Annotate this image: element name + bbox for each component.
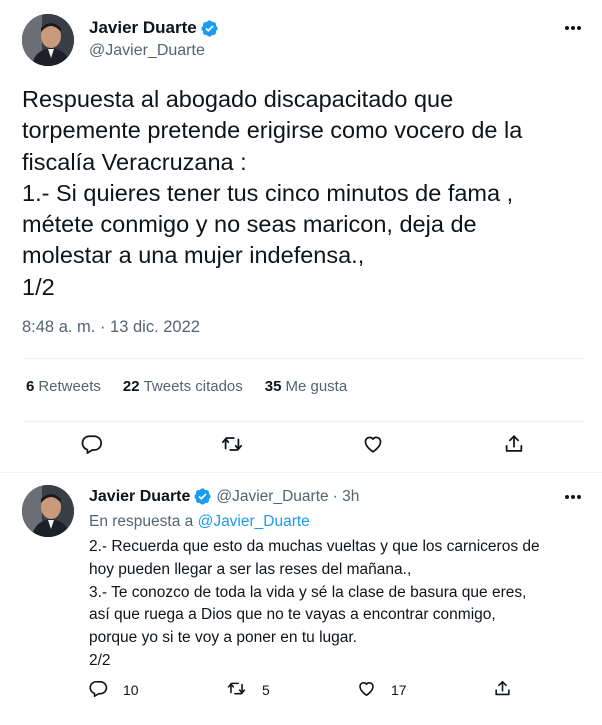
main-tweet: Javier Duarte @Javier_Duarte Respuesta a… — [0, 0, 602, 473]
likes-stat[interactable]: 35 Me gusta — [265, 378, 347, 395]
author-handle[interactable]: @Javier_Duarte — [89, 42, 205, 60]
reply-icon — [89, 679, 108, 701]
tweet-stats: 6 Retweets 22 Tweets citados 35 Me gusta — [26, 378, 369, 395]
more-icon[interactable] — [561, 18, 585, 38]
tweet-text: 2.- Recuerda que esto da muchas vueltas … — [89, 538, 540, 669]
time-ago[interactable]: · 3h — [333, 488, 360, 506]
retweet-icon — [226, 679, 247, 701]
replying-to: En respuesta a @Javier_Duarte — [89, 513, 310, 531]
quotes-stat[interactable]: 22 Tweets citados — [123, 378, 243, 395]
retweet-button[interactable]: 5 — [226, 679, 270, 701]
share-button[interactable] — [493, 679, 512, 701]
avatar[interactable] — [22, 485, 74, 537]
verified-badge-icon — [193, 487, 212, 506]
retweet-icon[interactable] — [218, 430, 246, 458]
tweet-timestamp[interactable]: 8:48 a. m. · 13 dic. 2022 — [22, 318, 200, 337]
retweets-label: Retweets — [38, 378, 101, 395]
divider — [22, 421, 584, 422]
retweet-count: 5 — [262, 682, 270, 698]
author-handle[interactable]: @Javier_Duarte — [216, 488, 328, 506]
author-name[interactable]: Javier Duarte — [89, 18, 197, 38]
like-count: 17 — [391, 682, 407, 698]
reply-icon[interactable] — [78, 430, 106, 458]
retweets-stat[interactable]: 6 Retweets — [26, 378, 101, 395]
share-icon[interactable] — [500, 430, 528, 458]
likes-count: 35 — [264, 378, 282, 395]
reply-prefix: En respuesta a — [89, 513, 198, 530]
avatar[interactable] — [22, 14, 74, 66]
reply-mention-link[interactable]: @Javier_Duarte — [198, 513, 310, 530]
reply-button[interactable]: 10 — [89, 679, 139, 701]
tweet-text: Respuesta al abogado discapacitado que t… — [22, 86, 523, 300]
divider — [22, 358, 584, 359]
reply-tweet[interactable]: Javier Duarte @Javier_Duarte · 3h En res… — [0, 473, 602, 725]
retweets-count: 6 — [26, 378, 35, 395]
quotes-count: 22 — [122, 378, 140, 395]
like-icon — [357, 679, 376, 701]
reply-count: 10 — [123, 682, 139, 698]
more-icon[interactable] — [561, 487, 585, 507]
likes-label: Me gusta — [285, 378, 348, 395]
like-icon[interactable] — [359, 430, 387, 458]
like-button[interactable]: 17 — [357, 679, 407, 701]
author-name[interactable]: Javier Duarte — [89, 488, 190, 506]
verified-badge-icon — [200, 19, 219, 38]
quotes-label: Tweets citados — [143, 378, 243, 395]
share-icon — [493, 679, 512, 701]
